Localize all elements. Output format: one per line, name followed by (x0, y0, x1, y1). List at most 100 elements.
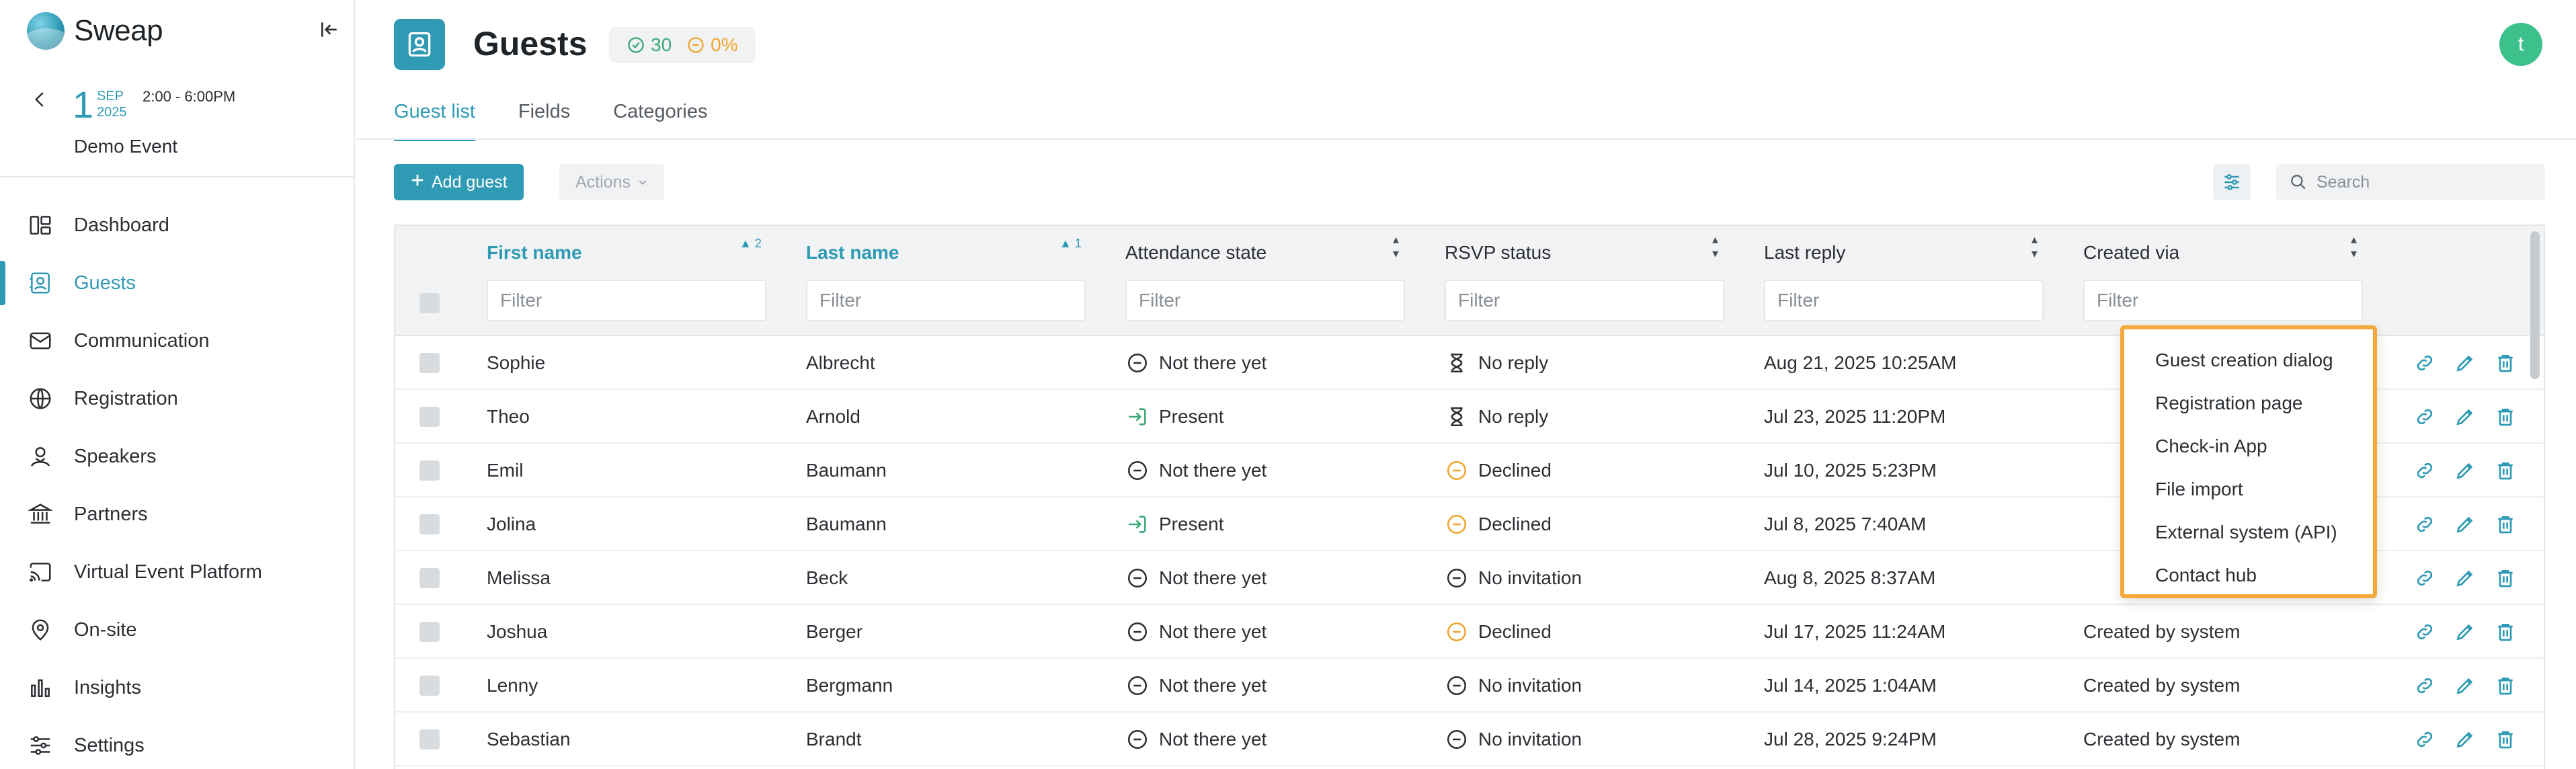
sidebar-item-registration[interactable]: Registration (0, 370, 355, 428)
trash-icon[interactable] (2493, 458, 2518, 483)
collapse-sidebar-icon[interactable] (316, 16, 343, 43)
minus-circle-icon (1125, 458, 1150, 483)
app-logo[interactable]: Sweap (27, 12, 163, 50)
link-icon[interactable] (2412, 673, 2438, 698)
table-header: First name ▲ 2 Last name ▲ 1 Attendance … (395, 226, 2544, 336)
edit-pencil-icon[interactable] (2452, 565, 2478, 591)
sort-both-icon[interactable]: ▴ ▾ (2351, 233, 2357, 261)
filter-last-name[interactable] (806, 280, 1086, 321)
last-name-cell: Albrecht (806, 352, 875, 373)
last-name-cell: Arnold (806, 406, 860, 427)
tab-fields[interactable]: Fields (518, 101, 570, 138)
filter-created-via[interactable] (2083, 280, 2363, 321)
column-header-last-reply[interactable]: Last reply (1764, 242, 1845, 264)
sort-indicator[interactable]: ▲ 2 (739, 237, 762, 251)
select-all-checkbox[interactable] (419, 293, 440, 313)
search-box[interactable] (2276, 164, 2545, 200)
edit-pencil-icon[interactable] (2452, 458, 2478, 483)
search-input[interactable] (2317, 172, 2532, 192)
sidebar-item-communication[interactable]: Communication (0, 312, 355, 370)
link-icon[interactable] (2412, 458, 2438, 483)
add-guest-button[interactable]: Add guest (394, 164, 524, 200)
edit-pencil-icon[interactable] (2452, 512, 2478, 537)
link-icon[interactable] (2412, 619, 2438, 645)
trash-icon[interactable] (2493, 512, 2518, 537)
sort-indicator[interactable]: ▲ 1 (1059, 237, 1082, 251)
link-icon[interactable] (2412, 512, 2438, 537)
dropdown-option-file-import[interactable]: File import (2124, 468, 2373, 511)
location-pin-icon (27, 616, 54, 643)
edit-pencil-icon[interactable] (2452, 404, 2478, 430)
rsvp-cell: No invitation (1445, 551, 1582, 605)
last-reply-cell: Aug 8, 2025 8:37AM (1764, 567, 1936, 588)
trash-icon[interactable] (2493, 673, 2518, 698)
sidebar-item-speakers[interactable]: Speakers (0, 428, 355, 485)
percent-value: 0% (711, 34, 738, 55)
edit-pencil-icon[interactable] (2452, 619, 2478, 645)
dropdown-option-external-system-api[interactable]: External system (API) (2124, 511, 2373, 554)
sort-both-icon[interactable]: ▴ ▾ (2031, 233, 2038, 261)
column-header-created-via[interactable]: Created via (2083, 242, 2179, 264)
sidebar-item-virtual-event-platform[interactable]: Virtual Event Platform (0, 543, 355, 601)
link-icon[interactable] (2412, 350, 2438, 376)
filter-first-name[interactable] (487, 280, 766, 321)
sidebar-item-on-site[interactable]: On-site (0, 601, 355, 659)
column-filter-settings-button[interactable] (2213, 164, 2251, 200)
user-avatar[interactable]: t (2499, 23, 2542, 66)
row-checkbox[interactable] (419, 568, 440, 588)
actions-button[interactable]: Actions (559, 164, 664, 200)
filter-last-reply[interactable] (1764, 280, 2044, 321)
trash-icon[interactable] (2493, 727, 2518, 752)
row-checkbox[interactable] (419, 353, 440, 373)
row-actions (2412, 551, 2518, 605)
edit-pencil-icon[interactable] (2452, 673, 2478, 698)
row-checkbox[interactable] (419, 729, 440, 750)
last-name-cell: Baumann (806, 514, 887, 534)
sidebar-item-partners[interactable]: Partners (0, 485, 355, 543)
attendance-cell: Not there yet (1125, 659, 1266, 713)
row-checkbox[interactable] (419, 514, 440, 534)
tab-categories[interactable]: Categories (613, 101, 707, 138)
filter-attendance-state[interactable] (1125, 280, 1405, 321)
column-header-rsvp-status[interactable]: RSVP status (1445, 242, 1551, 264)
last-reply-cell: Jul 8, 2025 7:40AM (1764, 514, 1927, 534)
row-checkbox[interactable] (419, 622, 440, 642)
edit-pencil-icon[interactable] (2452, 350, 2478, 376)
plus-icon (410, 173, 425, 192)
trash-icon[interactable] (2493, 619, 2518, 645)
sidebar-item-guests[interactable]: Guests (0, 254, 355, 312)
sidebar-item-insights[interactable]: Insights (0, 659, 355, 717)
column-header-last-name[interactable]: Last name (806, 242, 899, 264)
edit-pencil-icon[interactable] (2452, 727, 2478, 752)
trash-icon[interactable] (2493, 565, 2518, 591)
trash-icon[interactable] (2493, 350, 2518, 376)
link-icon[interactable] (2412, 727, 2438, 752)
table-row[interactable]: Joshua Berger Not there yet Declined Jul 17,… (395, 605, 2544, 659)
link-icon[interactable] (2412, 404, 2438, 430)
sort-both-icon[interactable]: ▴ ▾ (1393, 233, 1399, 261)
tab-guest-list[interactable]: Guest list (394, 101, 475, 141)
row-checkbox[interactable] (419, 460, 440, 481)
trash-icon[interactable] (2493, 404, 2518, 430)
back-arrow-icon[interactable] (27, 86, 54, 113)
first-name-cell: Emil (487, 460, 524, 481)
row-checkbox[interactable] (419, 407, 440, 427)
dropdown-option-contact-hub[interactable]: Contact hub (2124, 554, 2373, 597)
row-checkbox[interactable] (419, 676, 440, 696)
dropdown-option-guest-creation-dialog[interactable]: Guest creation dialog (2124, 339, 2373, 382)
sidebar-item-dashboard[interactable]: Dashboard (0, 196, 355, 254)
sort-both-icon[interactable]: ▴ ▾ (1712, 233, 1718, 261)
row-actions (2412, 444, 2518, 497)
sidebar-item-settings[interactable]: Settings (0, 717, 355, 769)
table-row[interactable]: Lenny Bergmann Not there yet No invitation J… (395, 659, 2544, 713)
filter-rsvp-status[interactable] (1445, 280, 1724, 321)
guests-icon (27, 270, 54, 296)
column-header-attendance-state[interactable]: Attendance state (1125, 242, 1266, 264)
dropdown-option-check-in-app[interactable]: Check-in App (2124, 425, 2373, 468)
column-header-first-name[interactable]: First name (487, 242, 582, 264)
table-scrollbar[interactable] (2530, 231, 2540, 379)
link-icon[interactable] (2412, 565, 2438, 591)
dropdown-option-registration-page[interactable]: Registration page (2124, 382, 2373, 425)
sort-order: 1 (1074, 237, 1082, 250)
table-row[interactable]: Sebastian Brandt Not there yet No invitatio… (395, 713, 2544, 766)
